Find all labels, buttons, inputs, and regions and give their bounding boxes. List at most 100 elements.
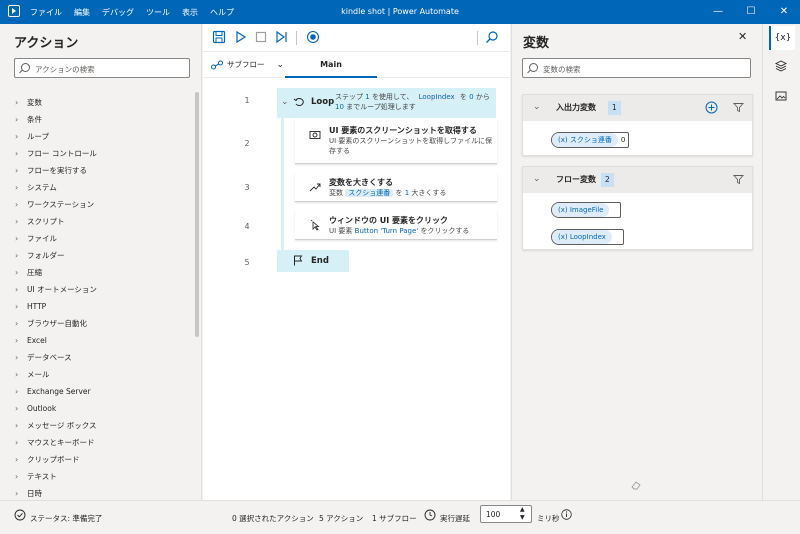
power-automate-logo-icon (8, 5, 20, 17)
status-ok-icon (14, 509, 26, 521)
actions-search-input[interactable]: アクションの検索 (14, 58, 190, 78)
variable-chip[interactable]: (x) ImageFile (551, 202, 621, 218)
action-category-item[interactable]: › フォルダー (0, 247, 192, 264)
filter-icon[interactable] (733, 102, 744, 113)
action-category-item[interactable]: › 日時 (0, 485, 192, 500)
variables-search-placeholder: 変数の検索 (543, 65, 581, 74)
variables-rail-button[interactable]: {x} (769, 26, 795, 50)
action-category-item[interactable]: › 条件 (0, 111, 192, 128)
chevron-right-icon: › (15, 489, 19, 498)
action-category-item[interactable]: › メール (0, 366, 192, 383)
stop-icon[interactable] (254, 30, 268, 44)
menu-debug[interactable]: デバッグ (96, 7, 140, 18)
editor-toolbar (203, 24, 510, 52)
action-category-item[interactable]: › スクリプト (0, 213, 192, 230)
chevron-right-icon: › (15, 98, 19, 107)
loop-action[interactable]: ⌄ Loop ステップ 1 を使用して、 LoopIndex を 0 から 10… (277, 88, 496, 118)
actions-scrollbar[interactable] (195, 92, 199, 337)
end-action[interactable]: End (277, 250, 349, 272)
menu-help[interactable]: ヘルプ (204, 7, 240, 18)
variable-chip[interactable]: (x) スクショ連番 0 (551, 132, 630, 148)
variable-name: LoopIndex (569, 233, 606, 241)
action-category-item[interactable]: › 圧縮 (0, 264, 192, 281)
filter-icon[interactable] (733, 174, 744, 185)
line-number: 3 (244, 183, 250, 192)
action-category-item[interactable]: › ブラウザー自動化 (0, 315, 192, 332)
action-category-item[interactable]: › メッセージ ボックス (0, 417, 192, 434)
images-icon[interactable] (775, 90, 787, 102)
flow-variables-header[interactable]: ⌄ フロー変数 2 (523, 167, 752, 193)
run-delay-input[interactable]: 100 ▲ ▼ (480, 505, 532, 523)
action-category-item[interactable]: › クリップボード (0, 451, 192, 468)
delay-unit: ミリ秒 (537, 514, 560, 523)
recorder-icon[interactable] (306, 30, 320, 44)
variable-chip[interactable]: (x) LoopIndex (551, 229, 624, 245)
action-category-item[interactable]: › テキスト (0, 468, 192, 485)
variable-value: 0 (620, 136, 626, 144)
increase-variable-action[interactable]: 変数を大きくする 変数 スクショ連番 を 1 大きくする (295, 172, 497, 202)
action-title: UI 要素のスクリーンショットを取得する (329, 126, 477, 135)
variable-count-badge: 2 (601, 173, 614, 187)
action-category-item[interactable]: › ファイル (0, 230, 192, 247)
run-next-action-icon[interactable] (275, 30, 289, 44)
chevron-down-icon: ⌄ (533, 174, 541, 184)
eraser-icon[interactable] (630, 479, 642, 491)
chevron-right-icon: › (15, 149, 19, 158)
chevron-right-icon: › (15, 234, 19, 243)
add-variable-icon[interactable] (705, 101, 718, 114)
menu-tools[interactable]: ツール (140, 7, 176, 18)
action-category-item[interactable]: › Outlook (0, 400, 192, 417)
action-category-item[interactable]: › Excel (0, 332, 192, 349)
action-description: UI 要素 Button 'Turn Page' をクリックする (329, 227, 470, 235)
screenshot-ui-element-action[interactable]: UI 要素のスクリーンショットを取得する UI 要素のスクリーンショットを取得し… (295, 120, 497, 164)
chevron-down-icon: ⌄ (276, 60, 285, 70)
chevron-right-icon: › (15, 370, 19, 379)
variables-panel-title: 変数 (523, 36, 550, 51)
click-ui-element-action[interactable]: ウィンドウの UI 要素をクリック UI 要素 Button 'Turn Pag… (295, 210, 497, 240)
search-icon[interactable] (485, 30, 499, 44)
run-icon[interactable] (234, 30, 248, 44)
chevron-right-icon: › (15, 455, 19, 464)
chevron-right-icon: › (15, 438, 19, 447)
mouse-click-icon (310, 219, 320, 231)
save-icon[interactable] (212, 30, 226, 44)
close-window-button[interactable]: ✕ (770, 0, 798, 24)
action-category-item[interactable]: › HTTP (0, 298, 192, 315)
minimize-button[interactable]: — (704, 0, 732, 24)
action-category-item[interactable]: › システム (0, 179, 192, 196)
variable-icon: (x) (558, 136, 568, 144)
menu-bar: ファイル 編集 デバッグ ツール 表示 ヘルプ (24, 0, 240, 24)
action-category-item[interactable]: › UI オートメーション (0, 281, 192, 298)
menu-file[interactable]: ファイル (24, 7, 68, 18)
actions-panel: アクション アクションの検索 › 変数 › 条件 › ループ › フロー コントロール … (0, 24, 202, 500)
action-category-item[interactable]: › 変数 (0, 94, 192, 111)
line-number: 4 (244, 222, 250, 231)
action-category-item[interactable]: › ワークステーション (0, 196, 192, 213)
action-description: UI 要素のスクリーンショットを取得しファイルに保存する (329, 137, 493, 155)
action-title: 変数を大きくする (329, 178, 393, 187)
subflow-icon (211, 60, 223, 70)
action-category-item[interactable]: › フローを実行する (0, 162, 192, 179)
end-label: End (311, 256, 329, 266)
close-panel-icon[interactable]: ✕ (738, 30, 747, 43)
section-name: 入出力変数 (556, 103, 596, 112)
tab-main[interactable]: Main (285, 52, 377, 78)
selected-actions-count: 0 選択されたアクション (232, 514, 314, 523)
subflow-dropdown[interactable]: サブフロー ⌄ (211, 52, 284, 78)
io-variables-header[interactable]: ⌄ 入出力変数 1 (523, 95, 752, 121)
info-icon[interactable] (561, 509, 572, 520)
action-category-item[interactable]: › Exchange Server (0, 383, 192, 400)
menu-view[interactable]: 表示 (176, 7, 204, 18)
action-category-item[interactable]: › マウスとキーボード (0, 434, 192, 451)
maximize-button[interactable]: ☐ (737, 0, 765, 24)
ui-elements-layers-icon[interactable] (775, 60, 787, 72)
action-category-item[interactable]: › フロー コントロール (0, 145, 192, 162)
chevron-right-icon: › (15, 217, 19, 226)
action-category-item[interactable]: › データベース (0, 349, 192, 366)
chevron-right-icon: › (15, 472, 19, 481)
stepper-arrows-icon[interactable]: ▲ ▼ (520, 506, 525, 522)
variables-search-input[interactable]: 変数の検索 (522, 58, 751, 78)
loop-body-indicator (281, 116, 284, 262)
menu-edit[interactable]: 編集 (68, 7, 96, 18)
action-category-item[interactable]: › ループ (0, 128, 192, 145)
